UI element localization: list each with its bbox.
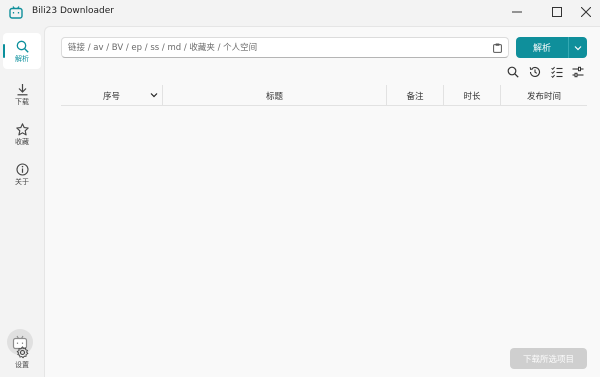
sidebar-item-download[interactable]: 下载 [3,76,41,112]
sliders-icon [572,66,584,78]
minimize-button[interactable] [503,0,531,24]
maximize-icon [552,7,562,17]
sidebar-item-label: 关于 [15,177,29,186]
sidebar-item-label: 解析 [15,54,29,63]
history-button[interactable] [528,65,542,79]
star-icon [15,122,29,135]
main-panel: 解析 序号 标题 备注 时长 发布时间 下载所选项目 [44,26,600,377]
chevron-down-icon[interactable] [150,91,158,99]
column-header-title[interactable]: 标题 [162,85,386,106]
column-header-note[interactable]: 备注 [386,85,443,106]
search-icon [507,66,519,78]
sidebar-item-parse[interactable]: 解析 [3,33,41,69]
close-icon [581,7,591,17]
filter-search-button[interactable] [506,65,520,79]
maximize-button[interactable] [543,0,571,24]
search-box [61,37,509,58]
column-label: 时长 [463,91,481,102]
download-selected-button[interactable]: 下载所选项目 [510,348,587,369]
history-icon [529,66,541,77]
options-button[interactable] [571,65,585,79]
chevron-down-icon [574,45,582,50]
list-check-icon [551,66,563,78]
sidebar-item-settings[interactable]: 设置 [3,339,41,375]
parse-options-dropdown[interactable] [568,37,587,58]
close-button[interactable] [572,0,600,24]
minimize-icon [512,11,522,13]
sidebar-item-label: 收藏 [15,137,29,146]
column-label: 标题 [265,91,283,102]
download-icon [17,83,27,95]
url-input[interactable] [68,40,488,55]
sidebar: 解析 下载 收藏 关于 设置 [0,26,44,377]
table-header: 序号 标题 备注 时长 发布时间 [61,85,587,106]
bilibili-tv-icon [9,6,23,19]
search-icon [16,40,29,53]
select-list-button[interactable] [550,65,564,79]
column-header-index[interactable]: 序号 [61,85,162,106]
column-label: 序号 [102,91,120,102]
paste-icon[interactable] [493,43,502,53]
gear-icon [16,345,28,358]
column-label: 发布时间 [526,91,561,102]
sidebar-item-favorites[interactable]: 收藏 [3,116,41,152]
parse-button[interactable]: 解析 [516,37,568,58]
column-header-publish-time[interactable]: 发布时间 [500,85,587,106]
column-header-duration[interactable]: 时长 [443,85,500,106]
sidebar-item-about[interactable]: 关于 [3,156,41,192]
title-bar: Bili23 Downloader [0,0,600,26]
column-label: 备注 [406,91,424,102]
sidebar-item-label: 设置 [15,360,29,369]
info-icon [15,162,29,176]
sidebar-item-label: 下载 [15,97,29,106]
app-title: Bili23 Downloader [32,6,114,16]
